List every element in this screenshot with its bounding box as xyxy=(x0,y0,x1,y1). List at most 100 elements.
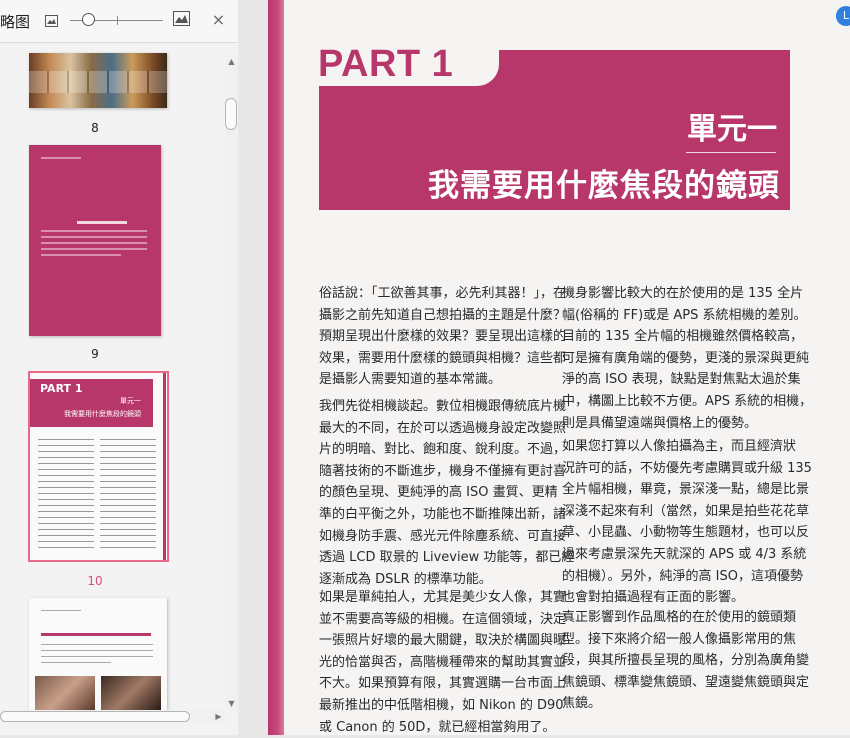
text-line xyxy=(41,236,147,238)
text-line xyxy=(41,650,153,651)
text-line: 焦鏡頭、標準變焦鏡頭、望遠變焦鏡頭與定 xyxy=(562,674,810,690)
thumb-unit-title: 單元一 xyxy=(120,397,141,405)
text-line: 段，與其所擅長呈現的風格，分別為廣角變 xyxy=(562,653,810,669)
text-line xyxy=(100,547,156,548)
text-line xyxy=(38,505,94,506)
text-line xyxy=(38,469,94,470)
text-line: 型。接下來將介紹一般人像攝影常用的焦 xyxy=(562,631,797,647)
text-line xyxy=(100,511,156,512)
text-line xyxy=(41,248,147,250)
text-line xyxy=(100,487,156,488)
text-line: 的相機）。另外，純淨的高 ISO，這項優勢 xyxy=(562,568,803,584)
text-line xyxy=(100,523,156,524)
text-line xyxy=(38,457,94,458)
text-line xyxy=(100,499,156,500)
page-number-9: 9 xyxy=(91,347,99,361)
text-line xyxy=(38,523,94,524)
zoom-slider-thumb[interactable] xyxy=(82,13,96,26)
text-line: 如機身防手震、感光元件除塵系統、可直接 xyxy=(319,528,567,544)
zoom-slider-tick xyxy=(117,16,118,25)
text-line: 全片幅相機，畢竟，景深淺一點，總是比景 xyxy=(562,482,810,498)
text-line: 攝影之前先知道自己想拍攝的主題是什麼？ xyxy=(319,307,567,323)
text-line: 如果是單純拍人，尤其是美少女人像，其實 xyxy=(319,590,567,605)
part-label: PART 1 xyxy=(318,43,454,85)
text-line xyxy=(100,541,156,542)
left-column-paragraph: 如果是單純拍人，尤其是美少女人像，其實 並不需要高等級的相機。在這個領域，決定 一張… xyxy=(319,587,567,738)
text-line xyxy=(41,230,147,232)
text-line: 並不需要高等級的相機。在這個領域，決定 xyxy=(319,611,567,627)
text-line xyxy=(38,481,94,482)
text-line: 真正影響到作品風格的在於使用的鏡頭類 xyxy=(562,610,797,625)
sidebar-title: 略图 xyxy=(0,13,31,31)
image-large-icon[interactable] xyxy=(173,11,190,30)
scroll-down-arrow[interactable]: ▼ xyxy=(225,697,238,710)
text-line: 如果您打算以人像拍攝為主，而且經濟狀 xyxy=(562,439,797,454)
text-line xyxy=(100,451,156,452)
thumb-edge xyxy=(163,373,166,560)
photo-strip xyxy=(29,71,167,93)
text-line: 俗話說：「工欲善其事，必先利其器！」，在 xyxy=(319,286,567,301)
text-line: 過來考慮景深先天就深的 APS 或 4/3 系統 xyxy=(562,546,807,562)
sidebar-vertical-scrollbar[interactable]: ▲ ▼ xyxy=(225,55,238,710)
text-line xyxy=(38,547,94,548)
chapter-title: 我需要用什麼焦段的鏡頭 xyxy=(428,168,780,204)
page-thumbnail-9[interactable] xyxy=(29,145,161,336)
scroll-up-arrow[interactable]: ▲ xyxy=(225,55,238,68)
text-line: 機身影響比較大的在於使用的是 135 全片 xyxy=(562,286,804,301)
text-line xyxy=(100,505,156,506)
thumb-title-band: PART 1 單元一 我需要用什麼焦段的鏡頭 xyxy=(30,379,153,427)
text-line xyxy=(41,157,81,159)
text-line xyxy=(100,481,156,482)
title-divider xyxy=(686,152,776,153)
thumb-heading-bar xyxy=(41,633,151,636)
text-line xyxy=(41,254,121,256)
text-line xyxy=(41,656,153,657)
text-line: 光的恰當與否，高階機種帶來的幫助其實並 xyxy=(319,654,567,670)
text-line xyxy=(41,610,81,611)
thumb-photo xyxy=(101,676,161,710)
page-number-8: 8 xyxy=(91,121,99,135)
text-line: 透過 LCD 取景的 Liveview 功能等，都已經 xyxy=(319,550,575,566)
page-thumbnail-8[interactable] xyxy=(29,53,167,108)
right-column-paragraph: 真正影響到作品風格的在於使用的鏡頭類 型。接下來將介紹一般人像攝影常用的焦 段，與其… xyxy=(562,607,810,715)
page-thumbnail-11[interactable] xyxy=(29,598,167,710)
text-line xyxy=(100,475,156,476)
text-line xyxy=(100,535,156,536)
page-thumbnail-10[interactable]: PART 1 單元一 我需要用什麼焦段的鏡頭 xyxy=(30,373,166,560)
text-line: 則是具備望遠端與價格上的優勢。 xyxy=(562,415,758,431)
text-line xyxy=(100,457,156,458)
text-line xyxy=(100,529,156,530)
text-line: 也會對拍攝過程有正面的影響。 xyxy=(562,590,745,606)
text-line xyxy=(38,445,94,446)
sidebar-toolbar: 略图 × xyxy=(0,0,238,43)
text-line xyxy=(100,445,156,446)
account-avatar[interactable]: L xyxy=(836,6,850,26)
right-column-paragraph: 如果您打算以人像拍攝為主，而且經濟狀 況許可的話，不妨優先考慮購買或升級 135 全… xyxy=(562,436,812,609)
text-line: 最大的不同，在於可以透過機身設定改變照 xyxy=(319,420,567,436)
text-line xyxy=(38,499,94,500)
text-line: 幅(俗稱的 FF)或是 APS 系統相機的差別。 xyxy=(562,307,807,323)
sidebar-horizontal-scrollbar[interactable]: ▶ xyxy=(0,710,225,723)
thumbnail-sidebar: 略图 × 8 9 PART 1 單元一 我需要用什麼焦段的鏡頭 10 ▲ ▼ ▶ xyxy=(0,0,238,735)
text-line xyxy=(38,451,94,452)
text-line xyxy=(100,469,156,470)
image-small-icon[interactable] xyxy=(45,12,58,31)
text-line: 準的白平衡之外，功能也不斷推陳出新，諸 xyxy=(319,506,567,522)
text-line: 最新推出的中低階相機，如 Nikon 的 D90 xyxy=(319,697,564,713)
text-line xyxy=(38,463,94,464)
scroll-right-arrow[interactable]: ▶ xyxy=(212,710,225,723)
scrollbar-thumb[interactable] xyxy=(0,711,190,722)
text-line xyxy=(100,439,156,440)
text-line: 目前的 135 全片幅的相機雖然價格較高， xyxy=(562,329,804,345)
close-sidebar-button[interactable]: × xyxy=(211,11,226,28)
text-line xyxy=(100,493,156,494)
text-line: 是攝影人需要知道的基本常識。 xyxy=(319,372,502,388)
left-column-paragraph: 我們先從相機談起。數位相機跟傳統底片機 最大的不同，在於可以透過機身設定改變照 片的… xyxy=(319,396,575,590)
scrollbar-thumb[interactable] xyxy=(225,98,237,130)
text-line: 不大。如果預算有限，其實選購一台市面上 xyxy=(319,676,567,692)
text-line xyxy=(38,529,94,530)
right-column-paragraph: 機身影響比較大的在於使用的是 135 全片 幅(俗稱的 FF)或是 APS 系統相… xyxy=(562,283,812,434)
thumb-chapter-title: 我需要用什麼焦段的鏡頭 xyxy=(64,410,141,418)
text-line: 淨的高 ISO 表現，缺點是對焦點太過於集 xyxy=(562,372,801,388)
text-line xyxy=(41,662,111,663)
